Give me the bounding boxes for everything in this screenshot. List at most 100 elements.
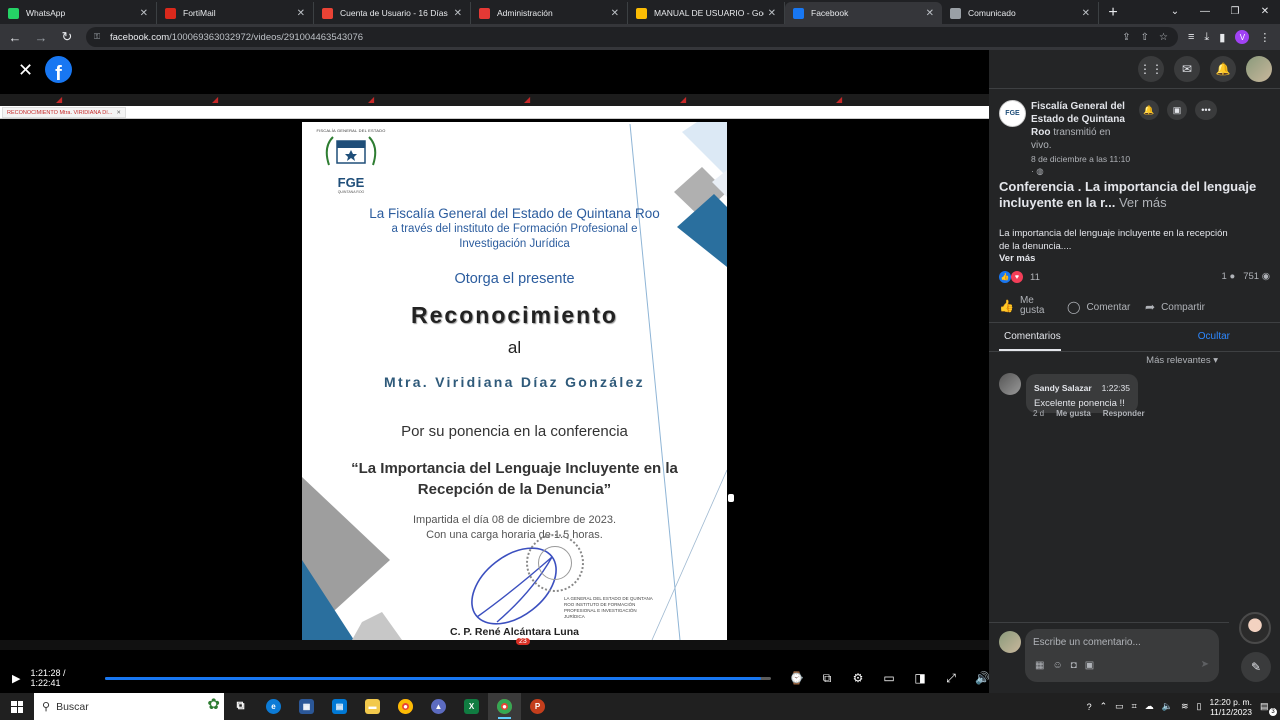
new-message-icon[interactable]: ✎: [1241, 652, 1271, 682]
camera-icon[interactable]: ◘: [1071, 660, 1077, 671]
close-tab-icon[interactable]: ✕: [297, 8, 305, 19]
chrome-icon[interactable]: ●: [389, 693, 422, 720]
hide-comments-link[interactable]: Ocultar: [1198, 331, 1230, 342]
contact-chat-head[interactable]: [1239, 612, 1271, 644]
browser-tab[interactable]: WhatsApp ✕: [0, 2, 157, 24]
site-info-icon[interactable]: ⚿: [94, 32, 104, 42]
comment-reply-link[interactable]: Responder: [1103, 409, 1145, 418]
close-window-button[interactable]: ✕: [1250, 0, 1280, 22]
browser-tab[interactable]: Cuenta de Usuario - 16 Días de ✕: [314, 2, 471, 24]
caret-down-icon: ▾: [1213, 355, 1218, 366]
close-tab-icon[interactable]: ✕: [768, 8, 776, 19]
store-icon[interactable]: ▤: [323, 693, 356, 720]
volume-icon[interactable]: 🔊: [975, 671, 990, 686]
reactions-summary[interactable]: 👍 ♥ 11: [999, 271, 1040, 283]
close-icon[interactable]: ✕: [18, 61, 34, 79]
close-tab-icon[interactable]: ✕: [611, 8, 619, 19]
powerpoint-icon[interactable]: P: [521, 693, 554, 720]
back-button[interactable]: ←: [4, 26, 26, 48]
more-options-icon[interactable]: •••: [1195, 100, 1217, 120]
reload-button[interactable]: ↻: [56, 26, 78, 48]
side-panel-icon[interactable]: ▮: [1219, 31, 1225, 44]
close-tab-icon[interactable]: ✕: [1082, 8, 1090, 19]
browser-tab[interactable]: FortiMail ✕: [157, 2, 314, 24]
chrome-active-icon[interactable]: ●: [488, 693, 521, 720]
commenter-name[interactable]: Sandy Salazar: [1034, 383, 1092, 393]
battery-icon[interactable]: ▯: [1197, 701, 1202, 712]
browser-tab[interactable]: Facebook ✕: [785, 2, 942, 24]
volume-tray-icon[interactable]: 🔈: [1162, 701, 1173, 712]
file-explorer-icon[interactable]: ▬: [356, 693, 389, 720]
comment-button[interactable]: ◯ Comentar: [1067, 300, 1130, 314]
notification-center-icon[interactable]: ▤ 3: [1260, 701, 1277, 716]
menu-grid-icon[interactable]: ⋮⋮: [1138, 56, 1164, 82]
comment-sort-dropdown[interactable]: Más relevantes ▾: [1146, 355, 1218, 366]
new-tab-button[interactable]: +: [1099, 2, 1127, 24]
sticker-icon[interactable]: ▦: [1035, 660, 1044, 671]
network-icon[interactable]: ⌗: [1132, 701, 1137, 712]
notifications-bell-icon[interactable]: 🔔: [1210, 56, 1236, 82]
comments-count[interactable]: 1 ●: [1222, 271, 1236, 282]
profile-avatar-icon[interactable]: V: [1235, 30, 1250, 44]
start-button[interactable]: [0, 693, 34, 720]
address-toolbar: ← → ↻ ⚿ facebook.com/100069363032972/vid…: [0, 24, 1280, 50]
wifi-icon[interactable]: ≋: [1181, 701, 1189, 712]
emoji-icon[interactable]: ☺: [1052, 660, 1062, 671]
browser-tab[interactable]: MANUAL DE USUARIO - Google ✕: [628, 2, 785, 24]
bookmark-star-icon[interactable]: ☆: [1159, 32, 1168, 43]
app-icon[interactable]: ▲: [422, 693, 455, 720]
account-avatar[interactable]: [1246, 56, 1272, 82]
browser-tab[interactable]: Administración ✕: [471, 2, 628, 24]
reading-list-icon[interactable]: ≡: [1188, 31, 1194, 43]
cloud-icon[interactable]: ☁: [1145, 701, 1154, 712]
comment-input[interactable]: [1033, 637, 1203, 648]
gif-icon[interactable]: ▣: [1085, 660, 1094, 671]
title-see-more-link[interactable]: Ver más: [1119, 195, 1167, 210]
browser-tab[interactable]: Comunicado ✕: [942, 2, 1099, 24]
facebook-logo-icon[interactable]: f: [45, 56, 72, 83]
captions-icon[interactable]: ▭: [882, 671, 896, 686]
task-view-icon[interactable]: ⧉: [224, 693, 257, 720]
taskbar-clock[interactable]: 12:20 p. m. 11/12/2023: [1209, 697, 1252, 717]
close-tab-icon[interactable]: ✕: [140, 8, 148, 19]
calculator-icon[interactable]: ▦: [290, 693, 323, 720]
page-avatar[interactable]: FGE: [999, 100, 1026, 127]
clip-icon[interactable]: ⧉: [820, 671, 834, 686]
notification-toggle-icon[interactable]: 🔔: [1139, 100, 1159, 120]
comment-like-link[interactable]: Me gusta: [1056, 409, 1091, 418]
restore-button[interactable]: ❐: [1220, 0, 1250, 22]
install-app-icon[interactable]: ⇪: [1122, 32, 1130, 43]
share-button[interactable]: ➦ Compartir: [1145, 300, 1205, 314]
help-icon[interactable]: ?: [1087, 702, 1092, 712]
edge-icon[interactable]: e: [257, 693, 290, 720]
settings-gear-icon[interactable]: ⚙: [851, 671, 865, 686]
share-icon[interactable]: ⇧: [1141, 32, 1149, 43]
close-tab-icon[interactable]: ✕: [454, 8, 462, 19]
commenter-avatar[interactable]: [999, 373, 1021, 395]
like-button[interactable]: 👍 Me gusta: [999, 296, 1052, 316]
comment-timestamp[interactable]: 1:22:35: [1102, 383, 1130, 393]
video-player[interactable]: ✕ f ◢ ◢ ◢ ◢ ◢ ◢ RECONOCIMIENTO Mtra. VIR…: [0, 50, 989, 693]
messenger-icon[interactable]: ✉: [1174, 56, 1200, 82]
forward-button[interactable]: →: [30, 26, 52, 48]
url-bar[interactable]: ⚿ facebook.com/100069363032972/videos/29…: [86, 27, 1178, 47]
save-icon[interactable]: ▣: [1167, 100, 1187, 120]
taskbar-search[interactable]: ⚲ Buscar ✿: [34, 693, 224, 720]
send-icon[interactable]: ➤: [1201, 659, 1209, 670]
excel-icon[interactable]: X: [455, 693, 488, 720]
display-icon[interactable]: ▭: [1115, 701, 1124, 712]
minimize-button[interactable]: —: [1190, 0, 1220, 22]
tab-comments[interactable]: Comentarios: [1004, 331, 1061, 342]
show-hidden-icons[interactable]: ⌃: [1100, 701, 1108, 712]
close-tab-icon[interactable]: ✕: [926, 8, 934, 19]
browser-menu-icon[interactable]: ⋮: [1259, 31, 1270, 44]
picture-in-picture-icon[interactable]: ◨: [913, 671, 927, 686]
fullscreen-icon[interactable]: ⤢: [944, 671, 958, 686]
play-button[interactable]: ▶: [12, 672, 20, 685]
download-icon[interactable]: ⤓: [1204, 31, 1209, 44]
post-date[interactable]: 8 de diciembre a las 11:10: [1031, 154, 1130, 164]
tab-search-icon[interactable]: ⌄: [1160, 0, 1190, 22]
progress-bar[interactable]: [104, 676, 771, 680]
see-more-link[interactable]: Ver más: [999, 253, 1035, 264]
feedback-icon[interactable]: ⌚: [789, 671, 804, 686]
